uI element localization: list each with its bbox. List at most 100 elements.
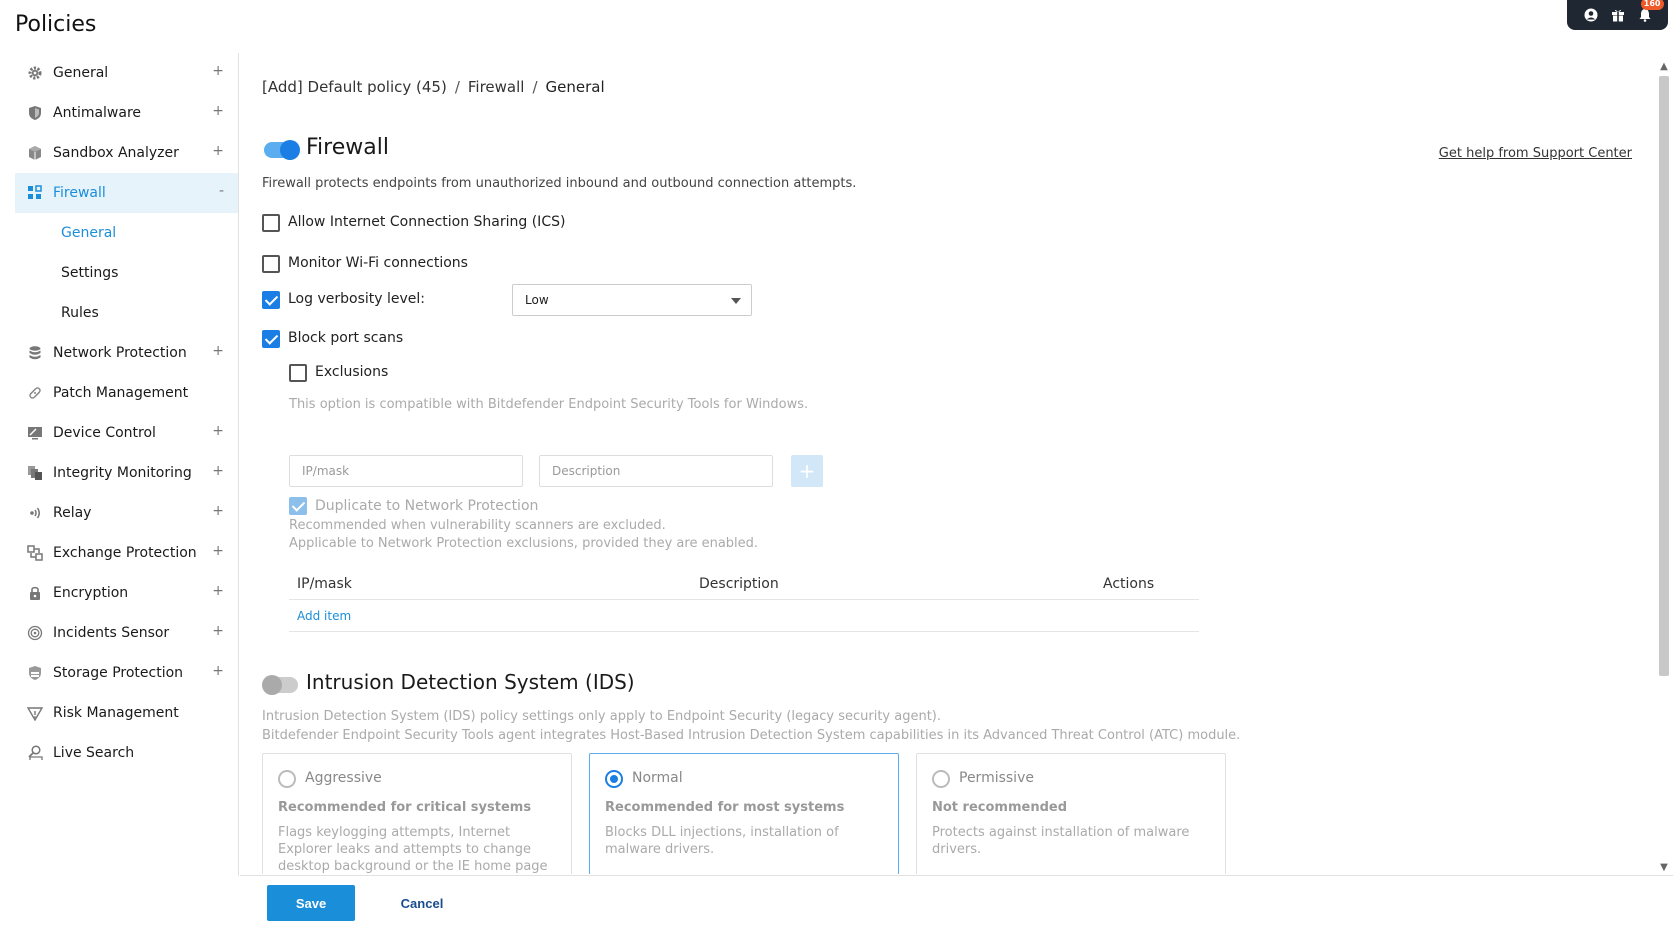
exclusions-table: IP/mask Description Actions Add item (289, 568, 1199, 632)
firewall-description: Firewall protects endpoints from unautho… (262, 176, 857, 191)
database-icon (27, 345, 43, 361)
sidebar-item-patch-management[interactable]: Patch Management (15, 373, 238, 413)
expand-icon[interactable]: + (212, 503, 224, 519)
log-verbosity-select[interactable]: Low (512, 284, 752, 316)
expand-icon[interactable]: + (212, 583, 224, 599)
sidebar-item-integrity-monitoring[interactable]: Integrity Monitoring + (15, 453, 238, 493)
expand-icon[interactable]: + (212, 423, 224, 439)
user-icon[interactable] (1583, 7, 1599, 23)
ids-level-normal[interactable]: Normal Recommended for most systems Bloc… (589, 753, 899, 874)
col-actions: Actions (1103, 576, 1155, 592)
log-verbosity-checkbox[interactable] (262, 291, 280, 309)
add-exclusion-button[interactable]: + (791, 455, 823, 487)
duplicate-note-1: Recommended when vulnerability scanners … (289, 518, 666, 533)
ids-level-permissive[interactable]: Permissive Not recommended Protects agai… (916, 753, 1226, 874)
ids-section-title: Intrusion Detection System (IDS) (306, 670, 635, 694)
sidebar-subitem-settings[interactable]: Settings (15, 253, 238, 293)
scroll-up-icon[interactable]: ▲ (1659, 62, 1669, 72)
gear-icon (27, 65, 43, 81)
lock-icon (27, 585, 43, 601)
breadcrumb-current: General (545, 78, 605, 96)
permissive-radio[interactable] (932, 770, 950, 788)
scrollbar-thumb[interactable] (1659, 76, 1669, 676)
breadcrumb-firewall[interactable]: Firewall (468, 78, 525, 96)
expand-icon[interactable]: + (212, 663, 224, 679)
shield-icon (27, 105, 43, 121)
expand-icon[interactable]: + (212, 103, 224, 119)
sidebar-item-risk-management[interactable]: Risk Management (15, 693, 238, 733)
sidebar-item-incidents-sensor[interactable]: Incidents Sensor + (15, 613, 238, 653)
wifi-label: Monitor Wi-Fi connections (288, 255, 468, 271)
wifi-checkbox[interactable] (262, 255, 280, 273)
files-icon (27, 465, 43, 481)
sidebar-subitem-rules[interactable]: Rules (15, 293, 238, 333)
sidebar-item-relay[interactable]: Relay + (15, 493, 238, 533)
duplicate-note-2: Applicable to Network Protection exclusi… (289, 536, 759, 551)
storage-icon (27, 665, 43, 681)
sidebar-item-storage-protection[interactable]: Storage Protection + (15, 653, 238, 693)
page-title: Policies (15, 12, 97, 37)
duplicate-checkbox (289, 497, 307, 515)
cancel-button[interactable]: Cancel (378, 885, 466, 921)
sidebar: General + Antimalware + Sandbox Analyzer… (15, 53, 239, 876)
compat-note: This option is compatible with Bitdefend… (289, 397, 809, 412)
scroll-down-icon[interactable]: ▼ (1659, 863, 1669, 873)
cube-icon (27, 145, 43, 161)
main-scrollbar[interactable]: ▲ ▼ (1657, 58, 1671, 873)
expand-icon[interactable]: + (212, 543, 224, 559)
exchange-icon (27, 545, 43, 561)
top-toolbar: 160 (1567, 0, 1668, 30)
breadcrumb-policy[interactable]: [Add] Default policy (45) (262, 78, 447, 96)
aggressive-radio[interactable] (278, 770, 296, 788)
sidebar-item-encryption[interactable]: Encryption + (15, 573, 238, 613)
firewall-section-title: Firewall (306, 135, 389, 160)
expand-icon[interactable]: + (212, 343, 224, 359)
exclusions-label: Exclusions (315, 364, 389, 380)
sidebar-item-firewall[interactable]: Firewall - (15, 173, 238, 213)
ids-note-2: Bitdefender Endpoint Security Tools agen… (262, 728, 1241, 743)
sidebar-item-live-search[interactable]: Live Search (15, 733, 238, 773)
sidebar-item-sandbox-analyzer[interactable]: Sandbox Analyzer + (15, 133, 238, 173)
gift-icon[interactable] (1610, 7, 1626, 23)
save-button[interactable]: Save (267, 885, 355, 921)
main-content: [Add] Default policy (45) / Firewall / Gener… (240, 53, 1652, 874)
sidebar-item-device-control[interactable]: Device Control + (15, 413, 238, 453)
monitor-icon (27, 425, 43, 441)
bandage-icon (27, 385, 43, 401)
ids-toggle[interactable] (262, 675, 298, 695)
support-center-link[interactable]: Get help from Support Center (1439, 146, 1632, 161)
sidebar-item-general[interactable]: General + (15, 53, 238, 93)
table-header: IP/mask Description Actions (289, 568, 1199, 600)
sidebar-item-exchange-protection[interactable]: Exchange Protection + (15, 533, 238, 573)
ids-level-aggressive[interactable]: Aggressive Recommended for critical syst… (262, 753, 572, 874)
log-verbosity-label: Log verbosity level: (288, 291, 425, 307)
block-port-scans-checkbox[interactable] (262, 330, 280, 348)
expand-icon[interactable]: + (212, 623, 224, 639)
ics-label: Allow Internet Connection Sharing (ICS) (288, 214, 566, 230)
sidebar-subitem-general[interactable]: General (15, 213, 238, 253)
ids-note-1: Intrusion Detection System (IDS) policy … (262, 709, 942, 724)
collapse-icon[interactable]: - (219, 183, 224, 199)
description-input[interactable]: Description (539, 455, 773, 487)
search-person-icon (27, 745, 43, 761)
relay-icon (27, 505, 43, 521)
sidebar-item-network-protection[interactable]: Network Protection + (15, 333, 238, 373)
expand-icon[interactable]: + (212, 63, 224, 79)
ics-checkbox[interactable] (262, 214, 280, 232)
chevron-down-icon (731, 298, 741, 304)
table-row: Add item (289, 600, 1199, 632)
sensor-icon (27, 625, 43, 641)
risk-icon (27, 705, 43, 721)
duplicate-label: Duplicate to Network Protection (315, 498, 539, 514)
add-item-link[interactable]: Add item (297, 609, 351, 623)
firewall-toggle[interactable] (264, 140, 300, 160)
footer-bar: Save Cancel (240, 875, 1673, 926)
bell-icon[interactable]: 160 (1637, 0, 1664, 23)
sidebar-item-antimalware[interactable]: Antimalware + (15, 93, 238, 133)
notification-badge: 160 (1640, 0, 1664, 10)
expand-icon[interactable]: + (212, 143, 224, 159)
exclusions-checkbox[interactable] (289, 364, 307, 382)
ipmask-input[interactable]: IP/mask (289, 455, 523, 487)
normal-radio[interactable] (605, 770, 623, 788)
expand-icon[interactable]: + (212, 463, 224, 479)
